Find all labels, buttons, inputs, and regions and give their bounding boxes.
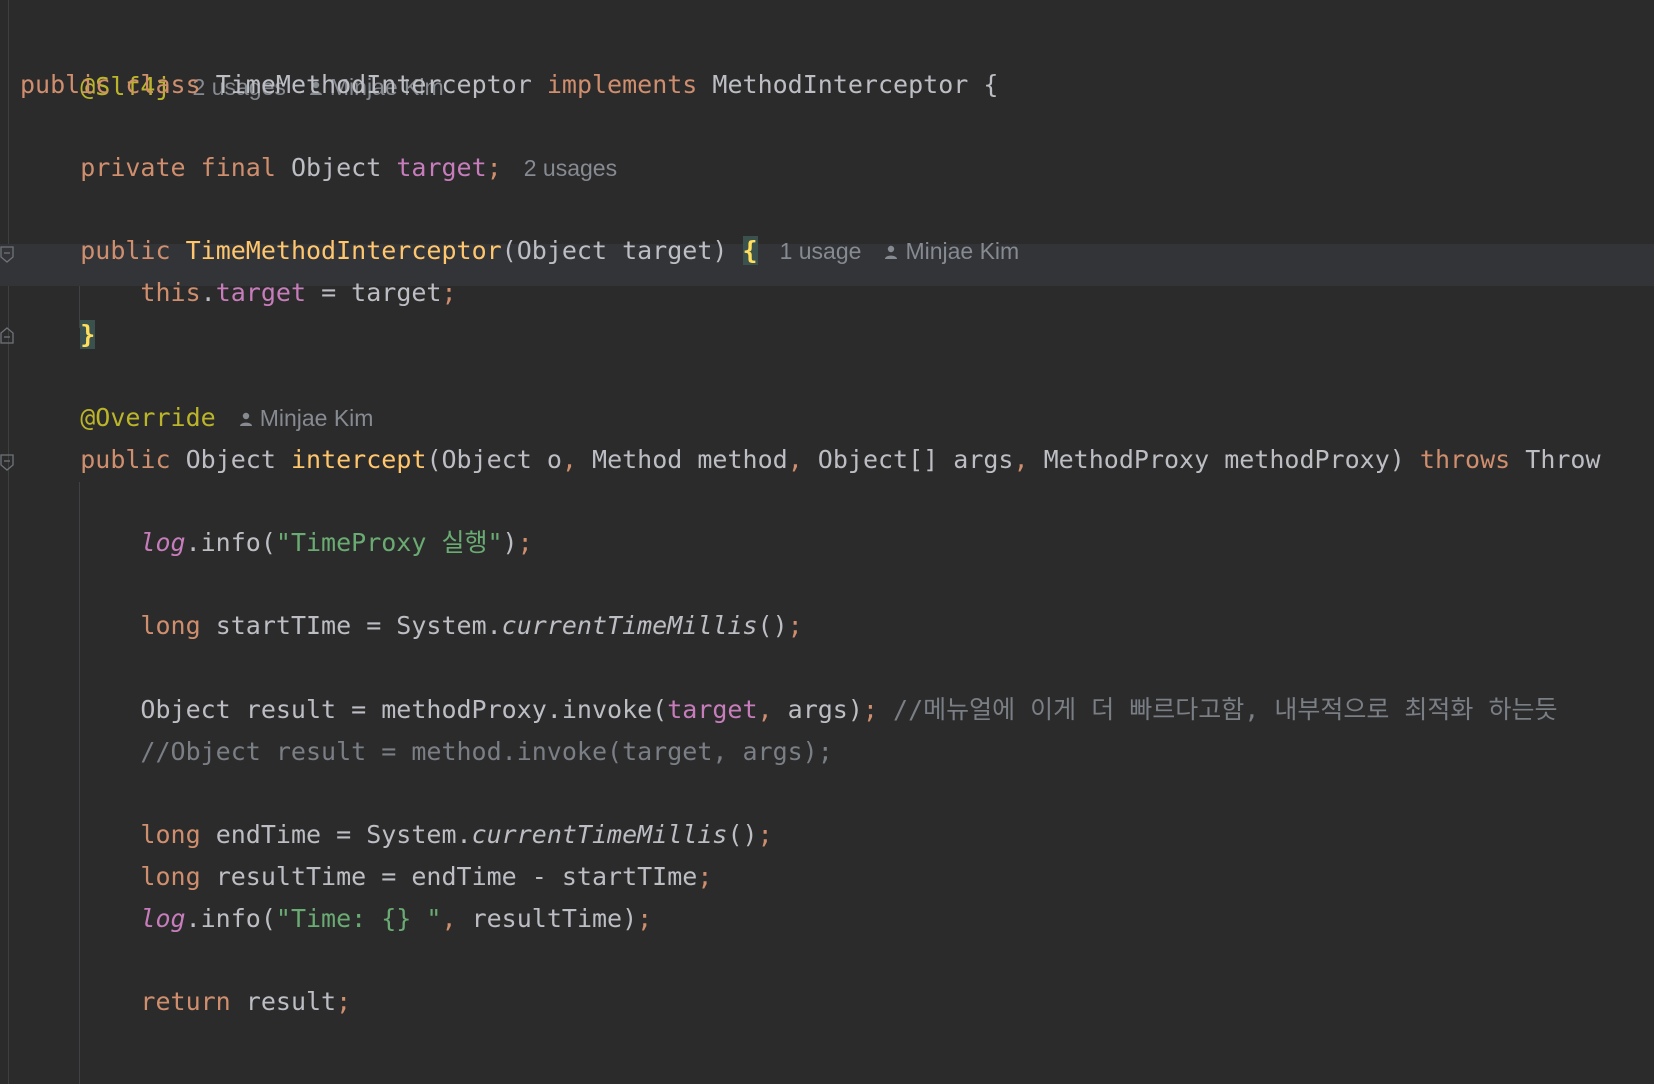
dot: .	[200, 278, 216, 307]
keyword: throws	[1419, 445, 1511, 474]
comma: ,	[1013, 445, 1029, 474]
paren: ()	[727, 820, 758, 849]
person-icon	[885, 245, 898, 259]
expression: resultTime)	[456, 904, 638, 933]
comma: ,	[561, 445, 577, 474]
expression: result	[230, 987, 337, 1016]
keyword: public	[80, 236, 171, 265]
code-line[interactable]: public Object intercept(Object o, Method…	[20, 438, 1601, 482]
keyword: this	[140, 278, 201, 307]
line-comment: //Object result = method.invoke(target, …	[140, 737, 833, 766]
string-literal: "TimeProxy 실행"	[275, 528, 503, 557]
keyword: final	[200, 153, 276, 182]
code-line[interactable]: return result;	[20, 980, 351, 1024]
fold-marker-icon[interactable]	[0, 454, 14, 472]
code-line[interactable]: log.info("TimeProxy 실행");	[20, 521, 533, 565]
parameter: Object[] args	[802, 445, 1014, 474]
annotation: @Override	[80, 403, 216, 432]
field-name: target	[215, 278, 307, 307]
author-name: Minjae Kim	[259, 405, 374, 431]
expression: resultTime = endTime - startTIme	[200, 862, 698, 891]
keyword: long	[140, 820, 201, 849]
matched-brace: }	[80, 320, 96, 349]
code-line[interactable]: long endTime = System.currentTimeMillis(…	[20, 813, 773, 857]
semicolon: ;	[862, 695, 878, 724]
expression: args)	[772, 695, 863, 724]
usages-hint[interactable]: 2 usages	[524, 155, 617, 181]
parameter: MethodProxy methodProxy)	[1028, 445, 1405, 474]
fold-marker-icon[interactable]	[0, 326, 14, 344]
brace: {	[983, 70, 999, 99]
type-name: Object	[185, 445, 276, 474]
parameters: (Object target)	[501, 236, 728, 265]
static-field: log	[140, 528, 186, 557]
code-line[interactable]: private final Object target; 2 usages	[20, 146, 617, 190]
string-literal: "Time: {} "	[275, 904, 442, 933]
keyword: private	[80, 153, 186, 182]
semicolon: ;	[637, 904, 653, 933]
interface-name: MethodInterceptor	[712, 70, 969, 99]
keyword: long	[140, 611, 201, 640]
keyword: class	[125, 70, 201, 99]
method-call: .info(	[185, 528, 276, 557]
matched-brace: {	[742, 236, 758, 265]
keyword: return	[140, 987, 231, 1016]
code-line[interactable]: log.info("Time: {} ", resultTime);	[20, 897, 652, 941]
code-line[interactable]: long startTIme = System.currentTimeMilli…	[20, 604, 803, 648]
field-name: target	[667, 695, 758, 724]
keyword: public	[80, 445, 171, 474]
code-editor[interactable]: @Slf4j 2 usages Minjae Kim public class Ti…	[0, 0, 1654, 1084]
method-call: .info(	[185, 904, 276, 933]
comma: ,	[441, 904, 457, 933]
class-name: TimeMethodInterceptor	[215, 70, 532, 99]
parameter: (Object o	[426, 445, 562, 474]
fold-marker-icon[interactable]	[0, 246, 14, 264]
author-hint[interactable]: Minjae Kim	[883, 238, 1019, 264]
comma: ,	[757, 695, 773, 724]
exception-type: Throw	[1525, 445, 1601, 474]
comma: ,	[787, 445, 803, 474]
field-name: target	[396, 153, 487, 182]
code-line[interactable]: Object result = methodProxy.invoke(targe…	[20, 688, 1557, 732]
expression: endTime = System.	[200, 820, 472, 849]
assignment: = target	[306, 278, 442, 307]
code-line[interactable]: @Override Minjae Kim	[20, 396, 373, 440]
keyword: implements	[546, 70, 698, 99]
semicolon: ;	[336, 987, 352, 1016]
paren: )	[502, 528, 518, 557]
semicolon: ;	[757, 820, 773, 849]
static-field: log	[140, 904, 186, 933]
semicolon: ;	[697, 862, 713, 891]
static-method: currentTimeMillis	[471, 820, 728, 849]
static-method: currentTimeMillis	[501, 611, 758, 640]
method-name: intercept	[290, 445, 427, 474]
type-name: Object	[290, 153, 382, 182]
paren: ()	[757, 611, 788, 640]
constructor-name: TimeMethodInterceptor	[185, 236, 502, 265]
usages-hint[interactable]: 1 usage	[780, 238, 862, 264]
parameter: Method method	[576, 445, 788, 474]
gutter-divider	[8, 0, 9, 1084]
code-line[interactable]: this.target = target;	[20, 271, 457, 315]
line-comment: //메뉴얼에 이게 더 빠르다고함, 내부적으로 최적화 하는듯	[877, 695, 1558, 724]
code-line[interactable]: @Slf4j 2 usages Minjae Kim	[20, 21, 443, 101]
semicolon: ;	[486, 153, 502, 182]
code-line[interactable]: public class TimeMethodInterceptor imple…	[20, 63, 998, 107]
author-name: Minjae Kim	[905, 238, 1020, 264]
code-line[interactable]: //Object result = method.invoke(target, …	[20, 730, 833, 774]
expression: Object result = methodProxy.invoke(	[140, 695, 668, 724]
expression: startTIme = System.	[200, 611, 502, 640]
person-icon	[239, 412, 252, 426]
keyword: long	[140, 862, 201, 891]
code-line[interactable]: }	[20, 313, 96, 357]
code-line[interactable]: long resultTime = endTime - startTIme;	[20, 855, 712, 899]
keyword: public	[20, 70, 111, 99]
semicolon: ;	[517, 528, 533, 557]
semicolon: ;	[787, 611, 803, 640]
author-hint[interactable]: Minjae Kim	[238, 405, 374, 431]
semicolon: ;	[441, 278, 457, 307]
code-line[interactable]: public TimeMethodInterceptor(Object targ…	[20, 229, 1019, 273]
